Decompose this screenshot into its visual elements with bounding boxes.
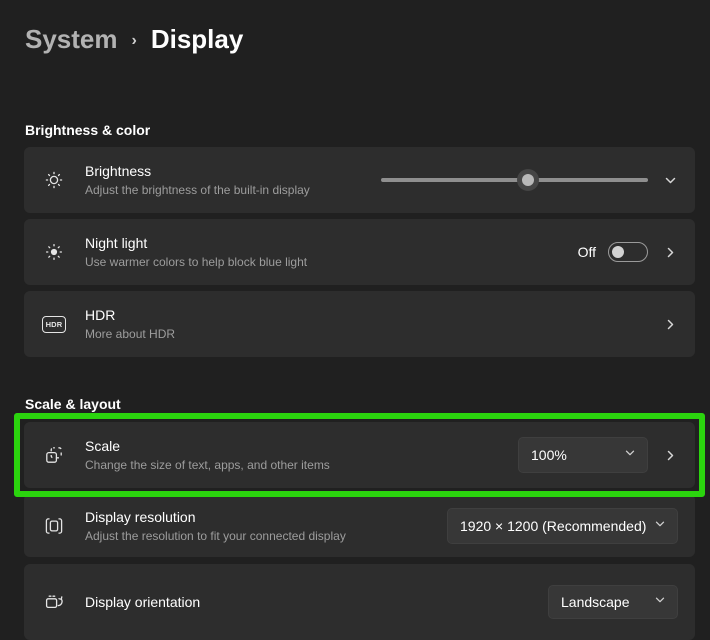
scale-dropdown[interactable]: 100% [518,437,648,473]
night-light-row[interactable]: Night light Use warmer colors to help bl… [24,219,695,285]
hdr-title: HDR [85,307,116,323]
brightness-slider[interactable] [381,169,648,191]
scale-row[interactable]: Scale Change the size of text, apps, and… [24,422,695,488]
hdr-icon-text: HDR [45,319,63,329]
night-light-toggle-knob [612,246,624,258]
display-orientation-icon [44,592,64,612]
scale-title: Scale [85,438,121,454]
chevron-down-icon [654,517,666,535]
display-resolution-dropdown-value: 1920 × 1200 (Recommended) [460,517,647,534]
display-resolution-texts: Display resolution Adjust the resolution… [85,509,447,543]
night-light-toggle[interactable] [608,242,648,262]
hdr-texts: HDR More about HDR [85,307,663,341]
section-header-brightness-color: Brightness & color [25,122,151,138]
breadcrumb: System › Display [0,0,710,56]
brightness-slider-track[interactable] [381,178,648,182]
hdr-row[interactable]: HDR HDR More about HDR [24,291,695,357]
scale-icon [44,445,64,465]
night-light-toggle-label: Off [577,244,596,260]
display-orientation-row[interactable]: Display orientation Landscape [24,564,695,640]
brightness-texts: Brightness Adjust the brightness of the … [85,163,381,197]
display-orientation-dropdown-value: Landscape [561,594,630,610]
breadcrumb-system[interactable]: System [25,24,118,55]
brightness-slider-thumb-dot [521,174,534,186]
scale-texts: Scale Change the size of text, apps, and… [85,438,518,472]
night-light-title: Night light [85,235,148,251]
chevron-down-icon [624,446,636,464]
display-orientation-dropdown[interactable]: Landscape [548,585,678,619]
chevron-right-icon[interactable] [663,448,678,463]
chevron-right-icon[interactable] [663,245,678,260]
section-header-scale-layout: Scale & layout [25,396,121,412]
chevron-right-icon[interactable] [663,317,678,332]
chevron-down-icon [654,593,666,611]
night-light-subtitle: Use warmer colors to help block blue lig… [85,255,308,269]
scale-dropdown-value: 100% [531,447,567,463]
display-resolution-row[interactable]: Display resolution Adjust the resolution… [24,494,695,557]
display-orientation-texts: Display orientation [85,594,548,611]
hdr-icon: HDR [42,315,66,333]
chevron-down-icon[interactable] [663,173,678,188]
brightness-slider-thumb[interactable] [516,169,539,191]
brightness-icon [44,170,64,190]
scale-subtitle: Change the size of text, apps, and other… [85,458,330,472]
display-resolution-icon [44,516,64,536]
display-resolution-subtitle: Adjust the resolution to fit your connec… [85,528,346,543]
brightness-subtitle: Adjust the brightness of the built-in di… [85,183,310,197]
settings-display-page: System › Display Brightness & color Brig… [0,0,710,640]
night-light-icon [44,242,64,262]
brightness-row[interactable]: Brightness Adjust the brightness of the … [24,147,695,213]
brightness-title: Brightness [85,163,152,179]
display-orientation-title: Display orientation [85,593,201,610]
night-light-texts: Night light Use warmer colors to help bl… [85,235,578,269]
breadcrumb-display: Display [150,23,244,54]
hdr-subtitle: More about HDR [85,327,176,341]
display-resolution-dropdown[interactable]: 1920 × 1200 (Recommended) [447,507,678,544]
display-resolution-title: Display resolution [85,508,196,525]
breadcrumb-separator-icon: › [131,32,137,49]
